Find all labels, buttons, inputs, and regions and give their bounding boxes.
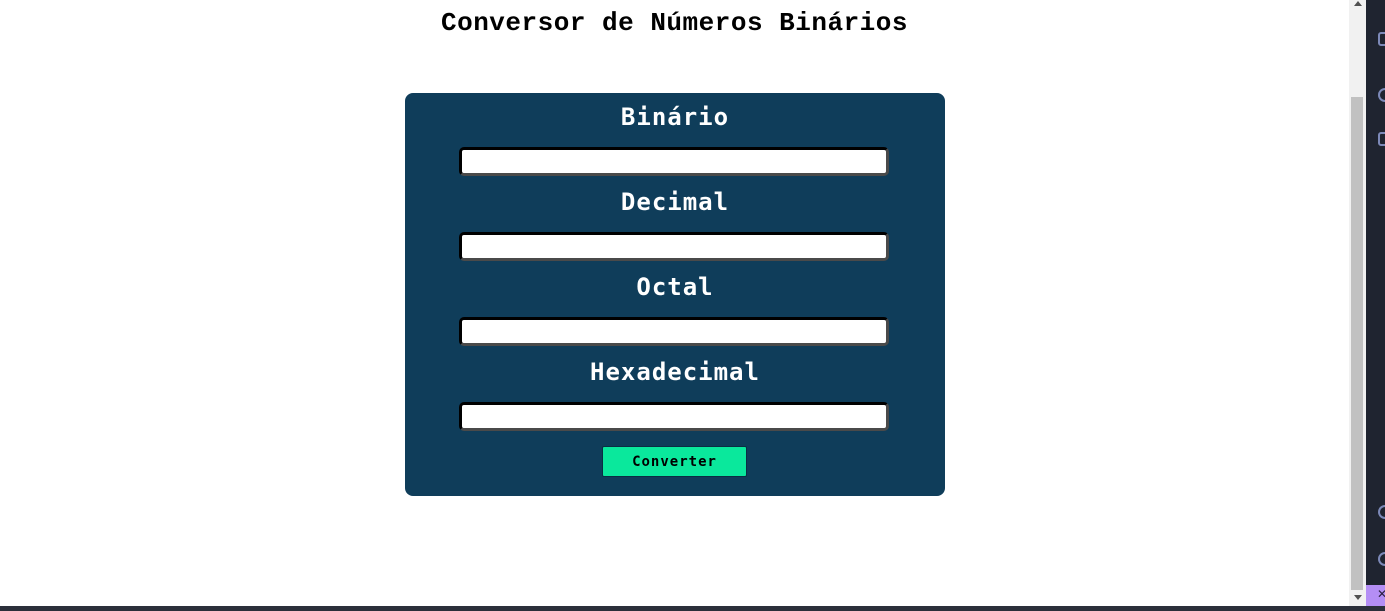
editor-sidebar-icon[interactable]: [1378, 132, 1385, 146]
octal-input[interactable]: [459, 317, 889, 346]
decimal-input[interactable]: [459, 232, 889, 261]
hexadecimal-label: Hexadecimal: [590, 358, 760, 386]
editor-sidebar-icon[interactable]: [1378, 505, 1385, 519]
editor-sidebar-icon[interactable]: [1378, 32, 1385, 46]
editor-sidebar-icon[interactable]: [1378, 552, 1385, 566]
binary-input[interactable]: [459, 147, 889, 176]
decimal-label: Decimal: [620, 188, 730, 216]
bottom-edge-bar: [0, 606, 1385, 611]
page-title: Conversor de Números Binários: [441, 8, 908, 38]
hexadecimal-input[interactable]: [459, 402, 889, 431]
close-icon[interactable]: ✕: [1377, 587, 1385, 601]
scroll-up-icon[interactable]: [1354, 1, 1362, 6]
binary-label: Binário: [620, 103, 730, 131]
editor-sidebar-icon[interactable]: [1378, 88, 1385, 102]
browser-viewport: Conversor de Números Binários Binário De…: [0, 0, 1349, 606]
convert-button[interactable]: Converter: [602, 446, 747, 477]
scroll-down-icon[interactable]: [1354, 595, 1362, 600]
scrollbar-thumb[interactable]: [1351, 97, 1363, 590]
octal-label: Octal: [636, 273, 714, 301]
converter-card: Binário Decimal Octal Hexadecimal Conver…: [405, 93, 945, 496]
